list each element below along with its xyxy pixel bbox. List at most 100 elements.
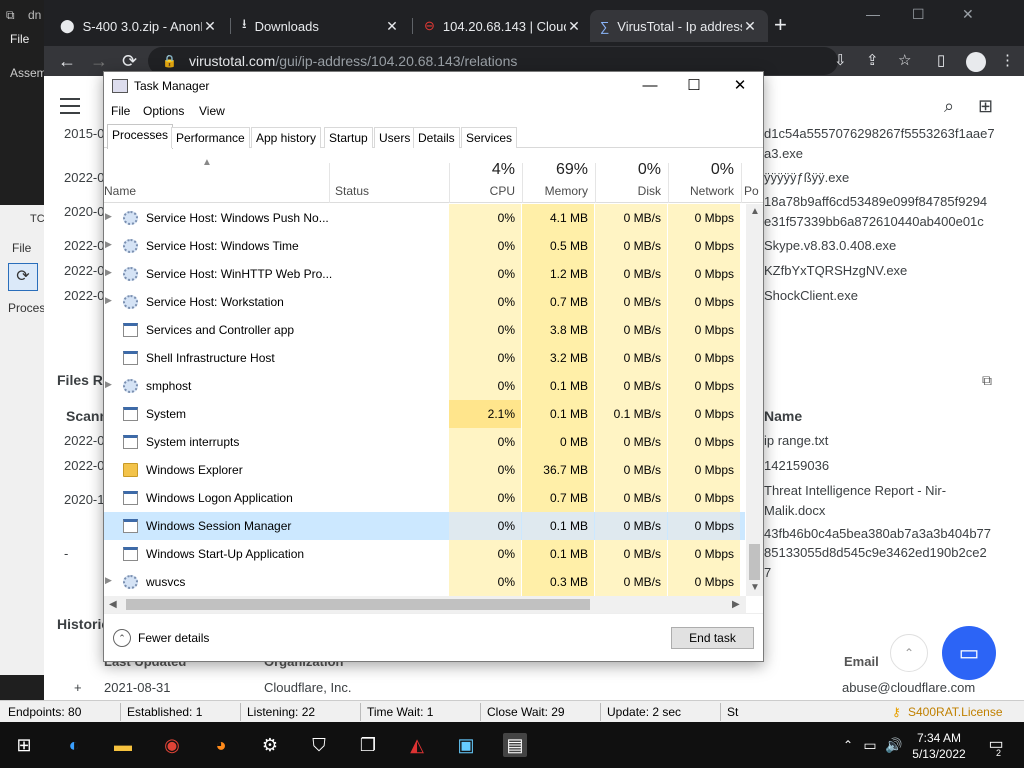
tab-virustotal[interactable]: ∑ VirusTotal - Ip address ✕ bbox=[590, 10, 768, 42]
disk-column-header[interactable]: Disk bbox=[595, 184, 661, 198]
process-row[interactable]: Windows Explorer 0% 36.7 MB 0 MB/s 0 Mbps bbox=[104, 456, 745, 484]
file-name-link[interactable]: 18a78b9aff6cd53489e099f84785f9294 bbox=[764, 194, 987, 209]
tab-app-history[interactable]: App history bbox=[251, 127, 322, 148]
profile-avatar-icon[interactable] bbox=[966, 52, 986, 72]
copy-icon[interactable]: ⧉ bbox=[982, 372, 992, 389]
close-icon[interactable]: ✕ bbox=[717, 75, 763, 97]
task-view-icon[interactable]: ❐ bbox=[356, 733, 380, 757]
close-tab-icon[interactable]: ✕ bbox=[566, 18, 582, 35]
expand-arrow-icon[interactable]: ▶ bbox=[105, 575, 112, 586]
minimize-icon[interactable]: — bbox=[627, 75, 673, 97]
file-name-link[interactable]: ShockClient.exe bbox=[764, 288, 858, 303]
status-column-header[interactable]: Status bbox=[335, 184, 369, 198]
file-name-link[interactable]: Threat Intelligence Report - Nir- bbox=[764, 483, 946, 498]
expand-arrow-icon[interactable]: ▶ bbox=[105, 295, 112, 306]
show-hidden-icons-icon[interactable]: ⌃ bbox=[836, 733, 860, 757]
settings-gear-icon[interactable]: ⚙ bbox=[258, 733, 282, 757]
tab-processes[interactable]: Processes bbox=[107, 124, 174, 149]
maximize-icon[interactable]: ☐ bbox=[671, 75, 717, 97]
network-column-header[interactable]: Network bbox=[668, 184, 734, 198]
file-name-link[interactable]: 85133055d8d545c9e3462ed190b2ce2 bbox=[764, 545, 987, 560]
file-name-link[interactable]: d1c54a5557076298267f5553263f1aae7 bbox=[764, 126, 995, 141]
close-icon[interactable]: ✕ bbox=[962, 6, 974, 23]
install-app-icon[interactable]: ⇩ bbox=[834, 51, 847, 69]
close-tab-icon[interactable]: ✕ bbox=[384, 18, 400, 35]
file-name-link[interactable]: 7 bbox=[764, 565, 771, 580]
process-row[interactable]: Windows Session Manager 0% 0.1 MB 0 MB/s 0 M… bbox=[104, 512, 745, 540]
process-row[interactable]: ▶ Service Host: Windows Push No... 0% 4.1 M… bbox=[104, 204, 745, 232]
process-row[interactable]: ▶ Service Host: WinHTTP Web Pro... 0% 1.2 M… bbox=[104, 260, 745, 288]
task-manager-taskbar-icon[interactable]: ▤ bbox=[503, 733, 527, 757]
tab-startup[interactable]: Startup bbox=[324, 127, 373, 148]
tab-s400[interactable]: ⬤ S-400 3.0.zip - AnonF ✕ bbox=[50, 10, 228, 42]
chrome-icon[interactable]: ◉ bbox=[160, 733, 184, 757]
tab-downloads[interactable]: ⭳ Downloads ✕ bbox=[232, 10, 410, 42]
security-shield-icon[interactable]: ⛉ bbox=[307, 733, 331, 757]
process-row[interactable]: Services and Controller app 0% 3.8 MB 0 MB/… bbox=[104, 316, 745, 344]
tab-users[interactable]: Users bbox=[374, 127, 416, 148]
scroll-thumb[interactable] bbox=[126, 599, 590, 610]
scroll-right-arrow-icon[interactable]: ▶ bbox=[732, 599, 740, 610]
title-bar[interactable]: Task Manager — ☐ ✕ bbox=[104, 72, 763, 101]
process-row[interactable]: ▶ Service Host: Workstation 0% 0.7 MB 0 MB/s… bbox=[104, 288, 745, 316]
file-name-link[interactable]: Skype.v8.83.0.408.exe bbox=[764, 238, 896, 253]
power-column-header[interactable]: Po bbox=[744, 184, 762, 198]
tab-details[interactable]: Details bbox=[413, 127, 460, 148]
scroll-down-arrow-icon[interactable]: ▼ bbox=[750, 582, 760, 593]
expand-arrow-icon[interactable]: ▶ bbox=[105, 267, 112, 278]
end-task-button[interactable]: End task bbox=[671, 627, 754, 649]
network-app-icon[interactable]: ▣ bbox=[454, 733, 478, 757]
assembly-tab[interactable]: Assem bbox=[10, 66, 47, 80]
name-column-header[interactable]: Name bbox=[104, 184, 136, 198]
expand-row-button[interactable]: + bbox=[74, 680, 82, 695]
tab-services[interactable]: Services bbox=[461, 127, 518, 148]
expand-arrow-icon[interactable]: ▶ bbox=[105, 379, 112, 390]
process-row[interactable]: Shell Infrastructure Host 0% 3.2 MB 0 MB/s 0… bbox=[104, 344, 745, 372]
chevron-up-icon[interactable]: ⌃ bbox=[113, 629, 131, 647]
close-tab-icon[interactable]: ✕ bbox=[742, 18, 758, 35]
memory-column-header[interactable]: Memory bbox=[522, 184, 588, 198]
app-icon[interactable]: ◭ bbox=[405, 733, 429, 757]
bookmark-star-icon[interactable]: ☆ bbox=[898, 51, 911, 69]
process-row[interactable]: System interrupts 0% 0 MB 0 MB/s 0 Mbps bbox=[104, 428, 745, 456]
network-icon[interactable]: ▭ bbox=[858, 733, 882, 757]
desktop-file-label[interactable]: S400RAT.License bbox=[908, 705, 1003, 719]
clock[interactable]: 7:34 AM 5/13/2022 bbox=[904, 730, 974, 762]
process-row[interactable]: Windows Start-Up Application 0% 0.1 MB 0 MB… bbox=[104, 540, 745, 568]
menu-options[interactable]: Options bbox=[143, 104, 184, 118]
scroll-left-arrow-icon[interactable]: ◀ bbox=[109, 599, 117, 610]
minimize-icon[interactable]: — bbox=[866, 6, 880, 22]
fewer-details-link[interactable]: Fewer details bbox=[138, 631, 209, 645]
cpu-column-header[interactable]: CPU bbox=[449, 184, 515, 198]
file-name-link[interactable]: Malik.docx bbox=[764, 503, 825, 518]
expand-arrow-icon[interactable]: ▶ bbox=[105, 211, 112, 222]
file-explorer-icon[interactable]: ▬ bbox=[111, 733, 135, 757]
close-tab-icon[interactable]: ✕ bbox=[202, 18, 218, 35]
menu-file[interactable]: File bbox=[10, 32, 29, 46]
firefox-icon[interactable]: ◕ bbox=[209, 733, 233, 757]
volume-icon[interactable]: 🔊 bbox=[882, 733, 906, 757]
start-windows-icon[interactable]: ⊞ bbox=[12, 733, 36, 757]
sidebar-icon[interactable]: ▯ bbox=[937, 51, 945, 69]
forward-icon[interactable]: → bbox=[90, 50, 108, 72]
reload-icon[interactable]: ⟳ bbox=[122, 50, 137, 72]
scroll-top-button[interactable]: ⌃ bbox=[890, 634, 928, 672]
apps-grid-icon[interactable]: ⊞ bbox=[978, 96, 993, 117]
process-row[interactable]: ▶ wusvcs 0% 0.3 MB 0 MB/s 0 Mbps bbox=[104, 568, 745, 596]
horizontal-scrollbar[interactable]: ◀ ▶ bbox=[104, 596, 746, 613]
file-name-link[interactable]: e31f57339bb6a872610440ab400e01c bbox=[764, 214, 984, 229]
tcp-menu-file[interactable]: File bbox=[12, 241, 31, 255]
refresh-icon[interactable]: ⟳ bbox=[8, 263, 38, 291]
search-icon[interactable]: ⌕ bbox=[944, 96, 954, 117]
file-name-link[interactable]: ÿÿÿÿÿƒßÿÿ.exe bbox=[764, 170, 849, 185]
file-name-link[interactable]: KZfbYxTQRSHzgNV.exe bbox=[764, 263, 907, 278]
chrome-menu-icon[interactable]: ⋮ bbox=[1000, 51, 1015, 69]
share-icon[interactable]: ⇪ bbox=[866, 51, 879, 69]
process-row[interactable]: Windows Logon Application 0% 0.7 MB 0 MB/s 0… bbox=[104, 484, 745, 512]
menu-view[interactable]: View bbox=[199, 104, 225, 118]
back-icon[interactable]: ← bbox=[58, 50, 76, 72]
maximize-icon[interactable]: ☐ bbox=[912, 6, 925, 23]
chat-button[interactable]: ▭ bbox=[942, 626, 996, 680]
menu-file[interactable]: File bbox=[111, 104, 130, 118]
file-name-link[interactable]: ip range.txt bbox=[764, 433, 828, 448]
